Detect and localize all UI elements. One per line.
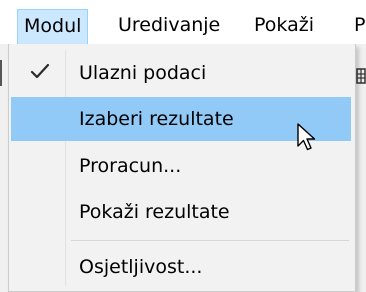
menu-item-label: Izaberi rezultate [79, 108, 234, 130]
app-window: Modul Uredivanje Pokaži P Ulazni podaci … [0, 0, 366, 292]
menu-item-osjetljivost[interactable]: Osjetljivost... [11, 245, 351, 289]
menu-item-ulazni-podaci[interactable]: Ulazni podaci [11, 51, 351, 95]
menu-modul[interactable]: Modul [17, 9, 89, 45]
menu-separator [71, 240, 349, 241]
modul-dropdown-menu: Ulazni podaci Izaberi rezultate Proracun… [8, 44, 356, 292]
menu-p-truncated[interactable]: P [348, 8, 366, 42]
menu-item-label: Proracun... [79, 155, 182, 177]
mouse-pointer-icon [296, 122, 318, 152]
check-icon [29, 61, 51, 83]
toolbar-grid-icon[interactable] [356, 63, 366, 89]
menu-item-label: Pokaži rezultate [79, 201, 230, 223]
menu-item-label: Ulazni podaci [79, 62, 207, 84]
menu-item-label: Osjetljivost... [79, 256, 203, 278]
menu-item-pokazi-rezultate[interactable]: Pokaži rezultate [11, 190, 351, 234]
menu-bar: Modul Uredivanje Pokaži P [0, 0, 366, 45]
toolbar-left-edge-icon [0, 60, 8, 86]
menu-pokazi[interactable]: Pokaži [248, 8, 320, 42]
menu-uredivanje[interactable]: Uredivanje [112, 8, 226, 42]
